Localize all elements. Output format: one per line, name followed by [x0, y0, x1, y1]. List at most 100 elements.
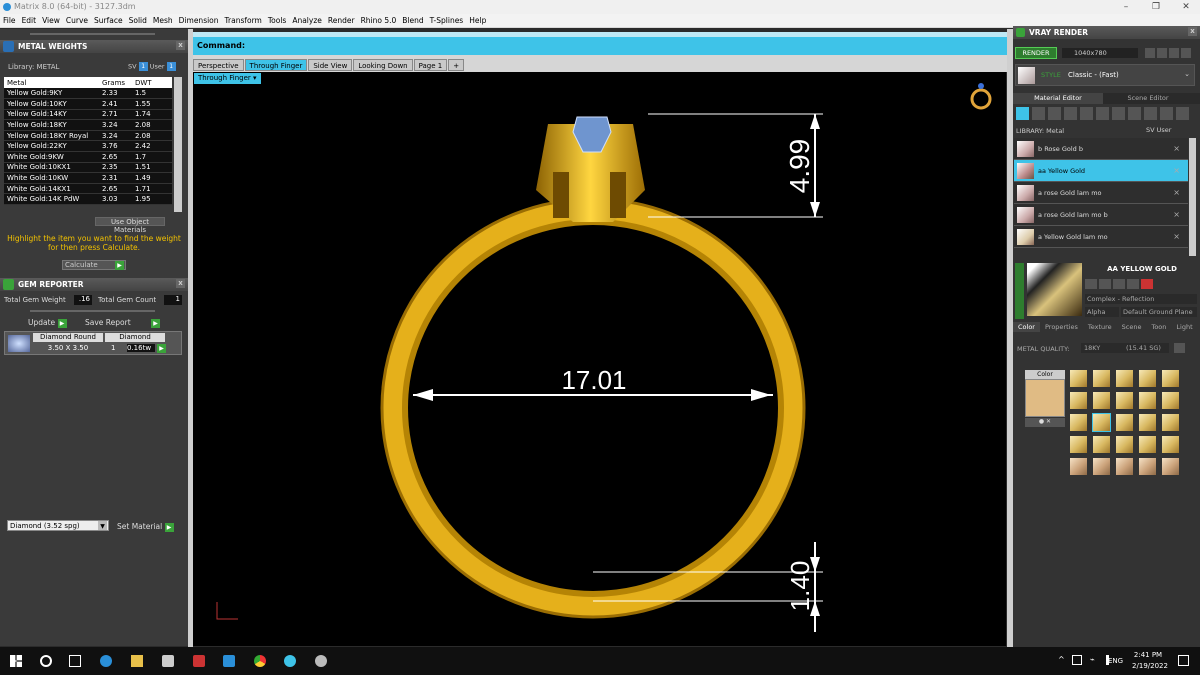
table-row[interactable]: Yellow Gold:10KY 2.41 1.55 [4, 98, 172, 110]
edge-icon[interactable] [100, 655, 112, 667]
chrome-icon[interactable] [254, 655, 266, 667]
sv-toggle[interactable]: SV [128, 63, 137, 71]
pause-icon[interactable] [1157, 48, 1167, 58]
style-selector[interactable]: STYLE Classic - (Fast) ⌄ [1015, 64, 1195, 86]
app-icon[interactable] [162, 655, 174, 667]
close-icon[interactable]: x [1188, 27, 1197, 36]
save-report-button[interactable]: Save Report [85, 318, 131, 327]
user-toggle[interactable]: User [1157, 126, 1172, 134]
wave-icon[interactable] [1099, 279, 1111, 289]
gold-swatch[interactable] [1116, 414, 1133, 431]
splitter[interactable] [30, 310, 155, 312]
col-metal[interactable]: Metal [4, 77, 99, 88]
app-icon[interactable] [193, 655, 205, 667]
tab-add[interactable]: + [448, 59, 465, 71]
menu-curve[interactable]: Curve [66, 14, 88, 27]
rose-swatch[interactable] [1139, 458, 1156, 475]
menu-analyze[interactable]: Analyze [292, 14, 322, 27]
gold-swatch[interactable] [1139, 436, 1156, 453]
gold-swatch[interactable] [1162, 414, 1179, 431]
table-row[interactable]: White Gold:10KX1 2.35 1.51 [4, 162, 172, 174]
menu-help[interactable]: Help [469, 14, 486, 27]
ring-view-icon[interactable] [970, 88, 992, 110]
table-row[interactable]: White Gold:14K PdW 3.03 1.95 [4, 193, 172, 206]
close-icon[interactable]: × [1173, 226, 1180, 248]
gear-icon[interactable] [1181, 48, 1191, 58]
search-icon[interactable] [40, 655, 52, 667]
gold-swatch[interactable] [1116, 436, 1133, 453]
windows-start-icon[interactable] [10, 655, 22, 667]
tab-scene[interactable]: Scene [1117, 322, 1147, 332]
square-icon[interactable] [1113, 279, 1125, 289]
network-icon[interactable]: ⌁ [1090, 655, 1095, 664]
table-row[interactable]: Yellow Gold:18KY 3.24 2.08 [4, 119, 172, 131]
glass-icon[interactable] [1064, 107, 1077, 120]
menu-mesh[interactable]: Mesh [153, 14, 173, 27]
table-row[interactable]: White Gold:14KX1 2.65 1.71 [4, 183, 172, 195]
leaf-icon[interactable] [1160, 107, 1173, 120]
rose-swatch[interactable] [1116, 458, 1133, 475]
tray-icon[interactable] [1072, 655, 1082, 665]
file-explorer-icon[interactable] [131, 655, 143, 667]
gold-swatch[interactable] [1139, 370, 1156, 387]
notification-icon[interactable] [1178, 655, 1189, 666]
viewport-label[interactable]: Through Finger ▾ [194, 73, 261, 84]
task-view-icon[interactable] [69, 655, 81, 667]
table-row[interactable]: Yellow Gold:18KY Royal 3.24 2.08 [4, 130, 172, 142]
save-report-play-icon[interactable]: ▶ [151, 319, 160, 328]
list-item[interactable]: aa Yellow Gold × [1014, 160, 1188, 182]
matrix-icon[interactable] [284, 655, 296, 667]
gem-icon[interactable] [1032, 107, 1045, 120]
sphere-icon[interactable] [1048, 107, 1061, 120]
tab-toon[interactable]: Toon [1146, 322, 1171, 332]
list-item[interactable]: b Rose Gold b × [1014, 138, 1188, 160]
tab-perspective[interactable]: Perspective [193, 59, 244, 71]
set-material-button[interactable]: Set Material ▶ [117, 522, 174, 532]
list-scrollbar[interactable] [1189, 138, 1196, 256]
gem-play-icon[interactable]: ▶ [157, 344, 166, 353]
close-icon[interactable]: × [1173, 160, 1180, 182]
refresh-icon[interactable] [1141, 279, 1153, 289]
menu-rhino[interactable]: Rhino 5.0 [361, 14, 397, 27]
sv-toggle[interactable]: SV [1146, 126, 1155, 134]
maximize-button[interactable]: ❐ [1142, 0, 1170, 14]
render-button[interactable]: RENDER [1015, 47, 1057, 59]
alpha-select[interactable]: Alpha [1085, 307, 1119, 317]
color-swatch[interactable] [1025, 379, 1065, 417]
pattern-icon[interactable] [1096, 107, 1109, 120]
rewind-icon[interactable] [1145, 48, 1155, 58]
col-dwt[interactable]: DWT [132, 77, 172, 88]
clock-date[interactable]: 2/19/2022 [1130, 662, 1170, 670]
tab-side-view[interactable]: Side View [308, 59, 353, 71]
gold-swatch[interactable] [1116, 370, 1133, 387]
gold-swatch-selected[interactable] [1092, 413, 1111, 432]
material-select[interactable]: Diamond (3.52 spg) ▼ [7, 520, 109, 531]
gold-swatch[interactable] [1162, 436, 1179, 453]
menu-solid[interactable]: Solid [129, 14, 147, 27]
menu-blend[interactable]: Blend [402, 14, 423, 27]
metal-quality-button[interactable] [1174, 343, 1185, 353]
list-item[interactable]: a rose Gold lam mo b × [1014, 204, 1188, 226]
gold-swatch[interactable] [1070, 414, 1087, 431]
gold-swatch[interactable] [1070, 370, 1087, 387]
splitter[interactable] [30, 33, 155, 35]
tab-page-1[interactable]: Page 1 [413, 59, 448, 71]
gem-row[interactable]: Diamond Round Diamond 3.50 X 3.50 1 0.16… [4, 331, 182, 355]
square-icon[interactable] [1127, 279, 1139, 289]
close-icon[interactable]: × [1173, 204, 1180, 226]
col-grams[interactable]: Grams [99, 77, 132, 88]
close-button[interactable]: ✕ [1172, 0, 1200, 14]
zoom-icon[interactable] [223, 655, 235, 667]
gold-swatch[interactable] [1070, 392, 1087, 409]
calculate-button[interactable]: Calculate ▶ [62, 260, 126, 270]
use-object-materials-button[interactable]: Use Object Materials [95, 217, 165, 234]
command-bar[interactable]: Command: [193, 37, 1007, 55]
app-icon[interactable] [315, 655, 327, 667]
material-icon[interactable] [1016, 107, 1029, 120]
gold-swatch[interactable] [1093, 392, 1110, 409]
table-scrollbar[interactable] [174, 77, 182, 212]
menu-surface[interactable]: Surface [94, 14, 123, 27]
user-toggle[interactable]: User [150, 63, 165, 71]
rose-swatch[interactable] [1093, 458, 1110, 475]
ground-plane-select[interactable]: Default Ground Plane [1121, 307, 1197, 317]
